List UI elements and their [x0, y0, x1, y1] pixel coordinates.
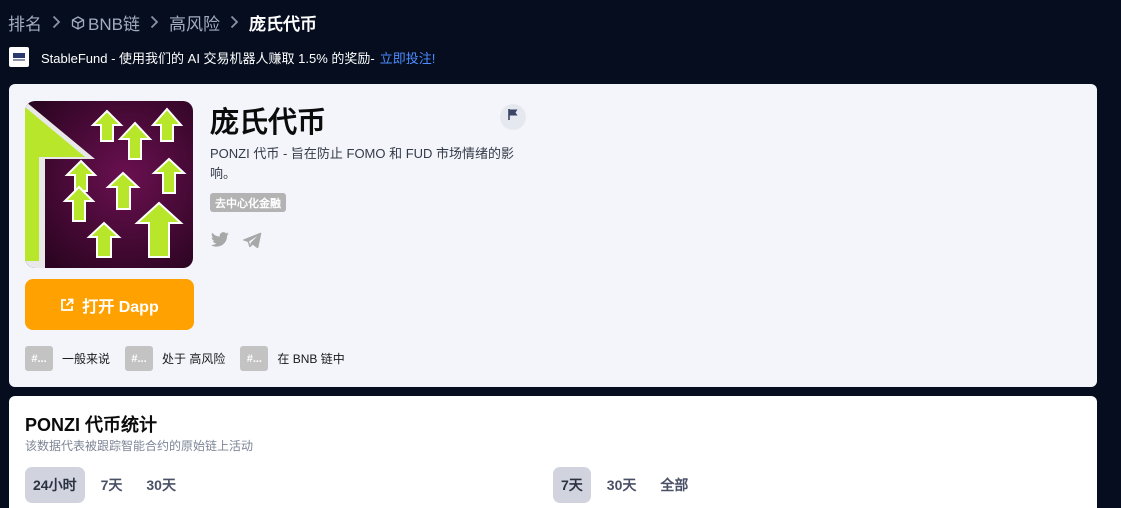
tag-item[interactable]: #... 在 BNB 链中: [240, 346, 345, 371]
open-dapp-label: 打开 Dapp: [82, 298, 159, 316]
sponsor-banner: StableFund - 使用我们的 AI 交易机器人赚取 1.5% 的奖励- …: [9, 47, 435, 67]
token-logo: [25, 101, 193, 268]
tag-label: 处于 高风险: [162, 352, 226, 366]
report-flag-button[interactable]: [500, 104, 526, 130]
tab-30d[interactable]: 30天: [138, 467, 184, 503]
stablefund-logo: [9, 47, 29, 67]
sponsor-link[interactable]: 立即投注!: [380, 48, 436, 67]
chevron-right-icon: [230, 15, 239, 29]
tag-list: #... 一般来说 #... 处于 高风险 #... 在 BNB 链中: [25, 346, 360, 371]
external-link-icon: [60, 298, 74, 312]
token-name: 庞氏代币: [210, 107, 327, 139]
hash-badge: #...: [125, 346, 154, 371]
tab-7d[interactable]: 7天: [93, 467, 131, 503]
tab-7d-right[interactable]: 7天: [553, 467, 591, 503]
breadcrumb-current: 庞氏代币: [248, 14, 317, 34]
chevron-right-icon: [150, 15, 159, 29]
tag-label: 一般来说: [62, 352, 111, 366]
breadcrumb: 排名 BNB链 高风险 庞氏代币: [8, 10, 317, 35]
breadcrumb-high-risk[interactable]: 高风险: [169, 10, 220, 35]
twitter-icon[interactable]: [210, 232, 230, 248]
tab-all-right[interactable]: 全部: [652, 467, 696, 503]
sponsor-text: StableFund - 使用我们的 AI 交易机器人赚取 1.5% 的奖励-: [41, 50, 375, 66]
hash-badge: #...: [25, 346, 53, 371]
social-links: [210, 232, 262, 248]
range-tabs-left: 24小时 7天 30天: [25, 467, 192, 503]
tab-24h[interactable]: 24小时: [25, 467, 85, 503]
tag-item[interactable]: #... 处于 高风险: [125, 346, 225, 371]
breadcrumb-ranking[interactable]: 排名: [8, 10, 42, 35]
flag-icon: [507, 108, 519, 126]
token-description: PONZI 代币 - 旨在防止 FOMO 和 FUD 市场情绪的影响。: [210, 146, 515, 181]
cube-icon: [71, 15, 85, 30]
open-dapp-button[interactable]: 打开 Dapp: [25, 279, 194, 330]
tag-label: 在 BNB 链中: [277, 352, 345, 366]
range-tabs-right: 7天 30天 全部: [553, 467, 704, 503]
chevron-right-icon: [52, 15, 61, 29]
breadcrumb-bnb-label: BNB链: [88, 14, 140, 34]
tab-30d-right[interactable]: 30天: [599, 467, 645, 503]
token-card: 打开 Dapp 庞氏代币 PONZI 代币 - 旨在防止 FOMO 和 FUD …: [9, 84, 1097, 387]
hash-badge: #...: [240, 346, 269, 371]
stats-title: PONZI 代币统计: [25, 415, 158, 435]
telegram-icon[interactable]: [242, 232, 262, 248]
category-badge[interactable]: 去中心化金融: [210, 193, 286, 212]
tag-item[interactable]: #... 一般来说: [25, 346, 110, 371]
stats-card: PONZI 代币统计 该数据代表被跟踪智能合约的原始链上活动 24小时 7天 3…: [9, 396, 1097, 508]
stats-subtitle: 该数据代表被跟踪智能合约的原始链上活动: [25, 439, 254, 453]
breadcrumb-bnb-chain[interactable]: BNB链: [71, 10, 140, 35]
